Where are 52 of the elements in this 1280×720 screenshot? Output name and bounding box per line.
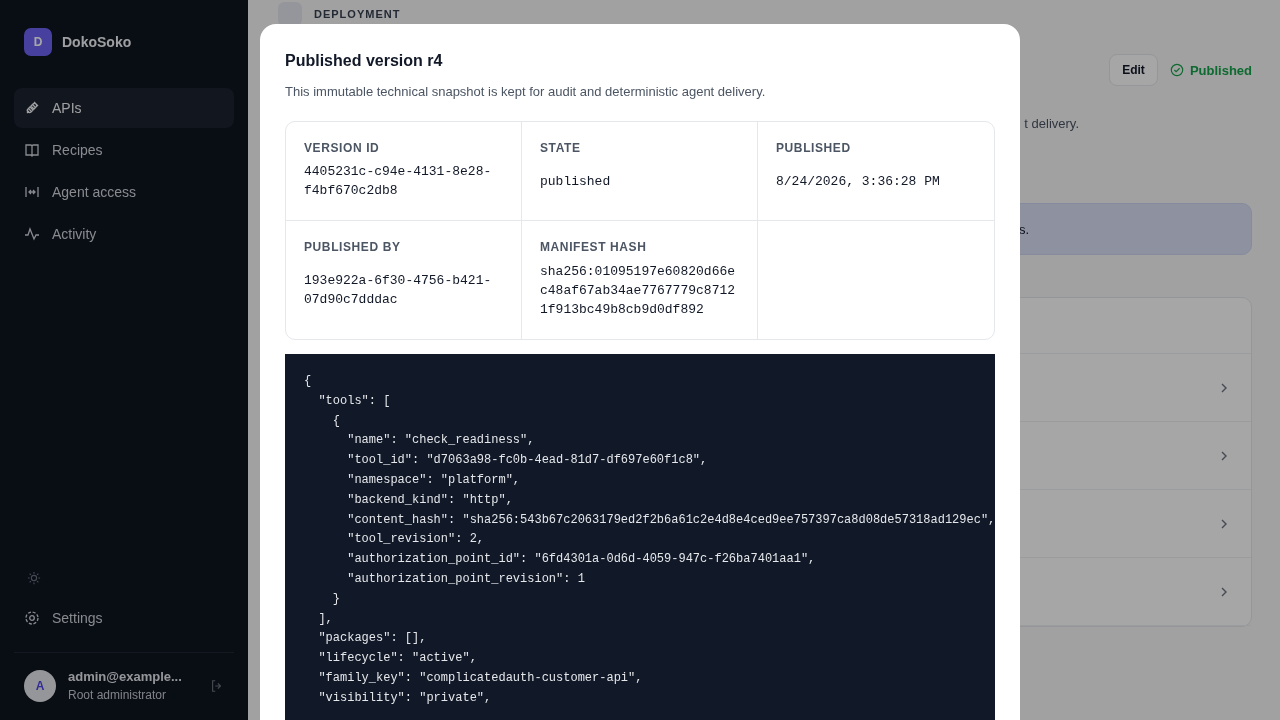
- field-label: VERSION ID: [304, 141, 381, 155]
- chevron-icon: [1219, 450, 1229, 461]
- chevron-icon: [1219, 382, 1229, 393]
- logo-icon: D: [24, 28, 52, 56]
- code-line: "packages": [],: [317, 630, 428, 648]
- modal-title: Published version r4: [285, 52, 444, 70]
- code-line: "tool_revision": 2,: [346, 531, 486, 549]
- field-label: STATE: [540, 141, 582, 155]
- status-badge: Published: [1169, 62, 1252, 78]
- chevron-icon: [1219, 586, 1229, 597]
- code-line: "lifecycle": "active",: [317, 650, 478, 668]
- bracket-icon: [24, 184, 40, 200]
- logout-icon[interactable]: [210, 678, 224, 693]
- code-line: {: [304, 373, 313, 390]
- sidebar-item[interactable]: APIs: [14, 88, 234, 128]
- code-line: }: [331, 590, 341, 608]
- edit-button[interactable]: Edit: [1109, 54, 1158, 86]
- field-label: PUBLISHED BY: [304, 240, 402, 254]
- settings-link[interactable]: Settings: [14, 598, 234, 638]
- code-line: ],: [317, 610, 334, 628]
- field-value: 4405231c-c94e-4131-8e28-f4bf670c2db8: [304, 163, 493, 200]
- code-line: "visibility": "private",: [317, 689, 493, 707]
- book-icon: [24, 142, 40, 158]
- code-line: {: [331, 412, 341, 430]
- app-name: DokoSoko: [62, 34, 132, 50]
- code-line: "namespace": "platform",: [346, 472, 522, 489]
- field-value: 193e922a-6f30-4756-b421-07d90c7dddac: [304, 272, 493, 309]
- field-value: published: [540, 172, 611, 191]
- modal-description: This immutable technical snapshot is kept for audit and deterministic agent delivery.: [285, 84, 767, 99]
- user-email: admin@example...: [68, 669, 182, 684]
- field-label: MANIFEST HASH: [540, 240, 648, 254]
- activity-icon: [24, 226, 40, 242]
- code-line: "authorization_point_revision": 1: [346, 570, 586, 588]
- code-line: "tool_id": "d7063a98-fc0b-4ead-81d7-df697e60f1c8",: [346, 452, 709, 470]
- chevron-icon: [1219, 518, 1229, 529]
- field-value: sha256:01095197e60820d66ec48af67ab34ae7767779c87121f913bc49b8cb9d0df892: [540, 262, 737, 319]
- user-avatar: A: [24, 669, 56, 702]
- user-role: Root administrator: [68, 688, 168, 702]
- code-line: "authorization_point_id": "6fd4301a-0d6d-4059-947c-f26ba7401aa1",: [346, 551, 817, 569]
- code-line: "name": "check_readiness",: [346, 432, 536, 450]
- code-line: "backend_kind": "http",: [346, 491, 514, 509]
- description-text: t delivery.: [1024, 116, 1079, 131]
- code-line: "family_key": "complicatedauth-customer-api",: [317, 669, 644, 687]
- field-label: PUBLISHED: [776, 141, 852, 155]
- settings-icon: [24, 610, 40, 626]
- sidebar-item[interactable]: Recipes: [14, 130, 234, 170]
- code-line: "content_hash": "sha256:543b67c2063179ed2f2b6a61c2e4d8e4ced9ee757397ca8d08de57318ad129ec",: [346, 511, 995, 529]
- code-line: "tools": [: [317, 392, 392, 410]
- sidebar-item[interactable]: Activity: [14, 214, 234, 254]
- field-value: 8/24/2026, 3:36:28 PM: [776, 172, 940, 191]
- sidebar-item[interactable]: Agent access: [14, 172, 234, 212]
- breadcrumb: DEPLOYMENT: [314, 8, 401, 20]
